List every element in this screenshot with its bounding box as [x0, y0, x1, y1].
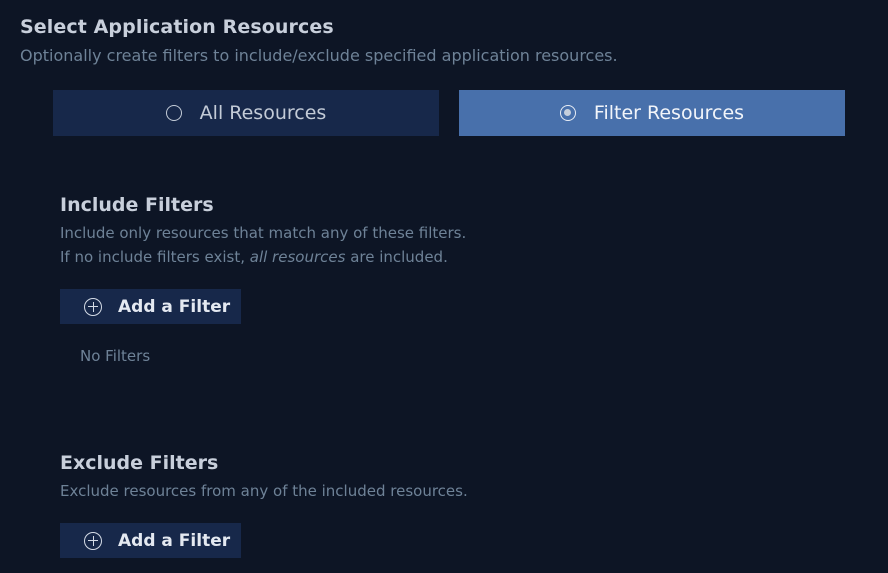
include-empty-state: No Filters [80, 347, 151, 365]
include-add-filter-button[interactable]: Add a Filter [60, 289, 241, 324]
all-resources-option[interactable]: All Resources [53, 90, 439, 136]
plus-circle-icon [84, 297, 102, 316]
filter-resources-label: Filter Resources [593, 102, 745, 124]
exclude-filters-title: Exclude Filters [60, 452, 219, 474]
filter-resources-option[interactable]: Filter Resources [459, 90, 845, 136]
include-desc-suffix: are included. [345, 248, 448, 266]
radio-unselected-icon [165, 105, 182, 121]
all-resources-label: All Resources [199, 102, 327, 124]
include-desc-emphasis: all resources [249, 248, 346, 266]
plus-circle-icon [84, 531, 102, 550]
exclude-add-filter-button[interactable]: Add a Filter [60, 523, 241, 558]
include-filters-desc-line2: If no include filters exist, all resourc… [60, 248, 448, 266]
page-subtitle: Optionally create filters to include/exc… [20, 46, 618, 65]
include-add-filter-label: Add a Filter [118, 296, 231, 317]
radio-selected-icon [559, 105, 576, 121]
exclude-add-filter-label: Add a Filter [118, 530, 231, 551]
include-filters-title: Include Filters [60, 194, 214, 216]
page-title: Select Application Resources [20, 16, 334, 38]
include-filters-desc-line1: Include only resources that match any of… [60, 224, 467, 242]
exclude-filters-desc: Exclude resources from any of the includ… [60, 482, 468, 500]
select-resources-panel: Select Application Resources Optionally … [0, 0, 888, 573]
include-desc-prefix: If no include filters exist, [60, 248, 250, 266]
